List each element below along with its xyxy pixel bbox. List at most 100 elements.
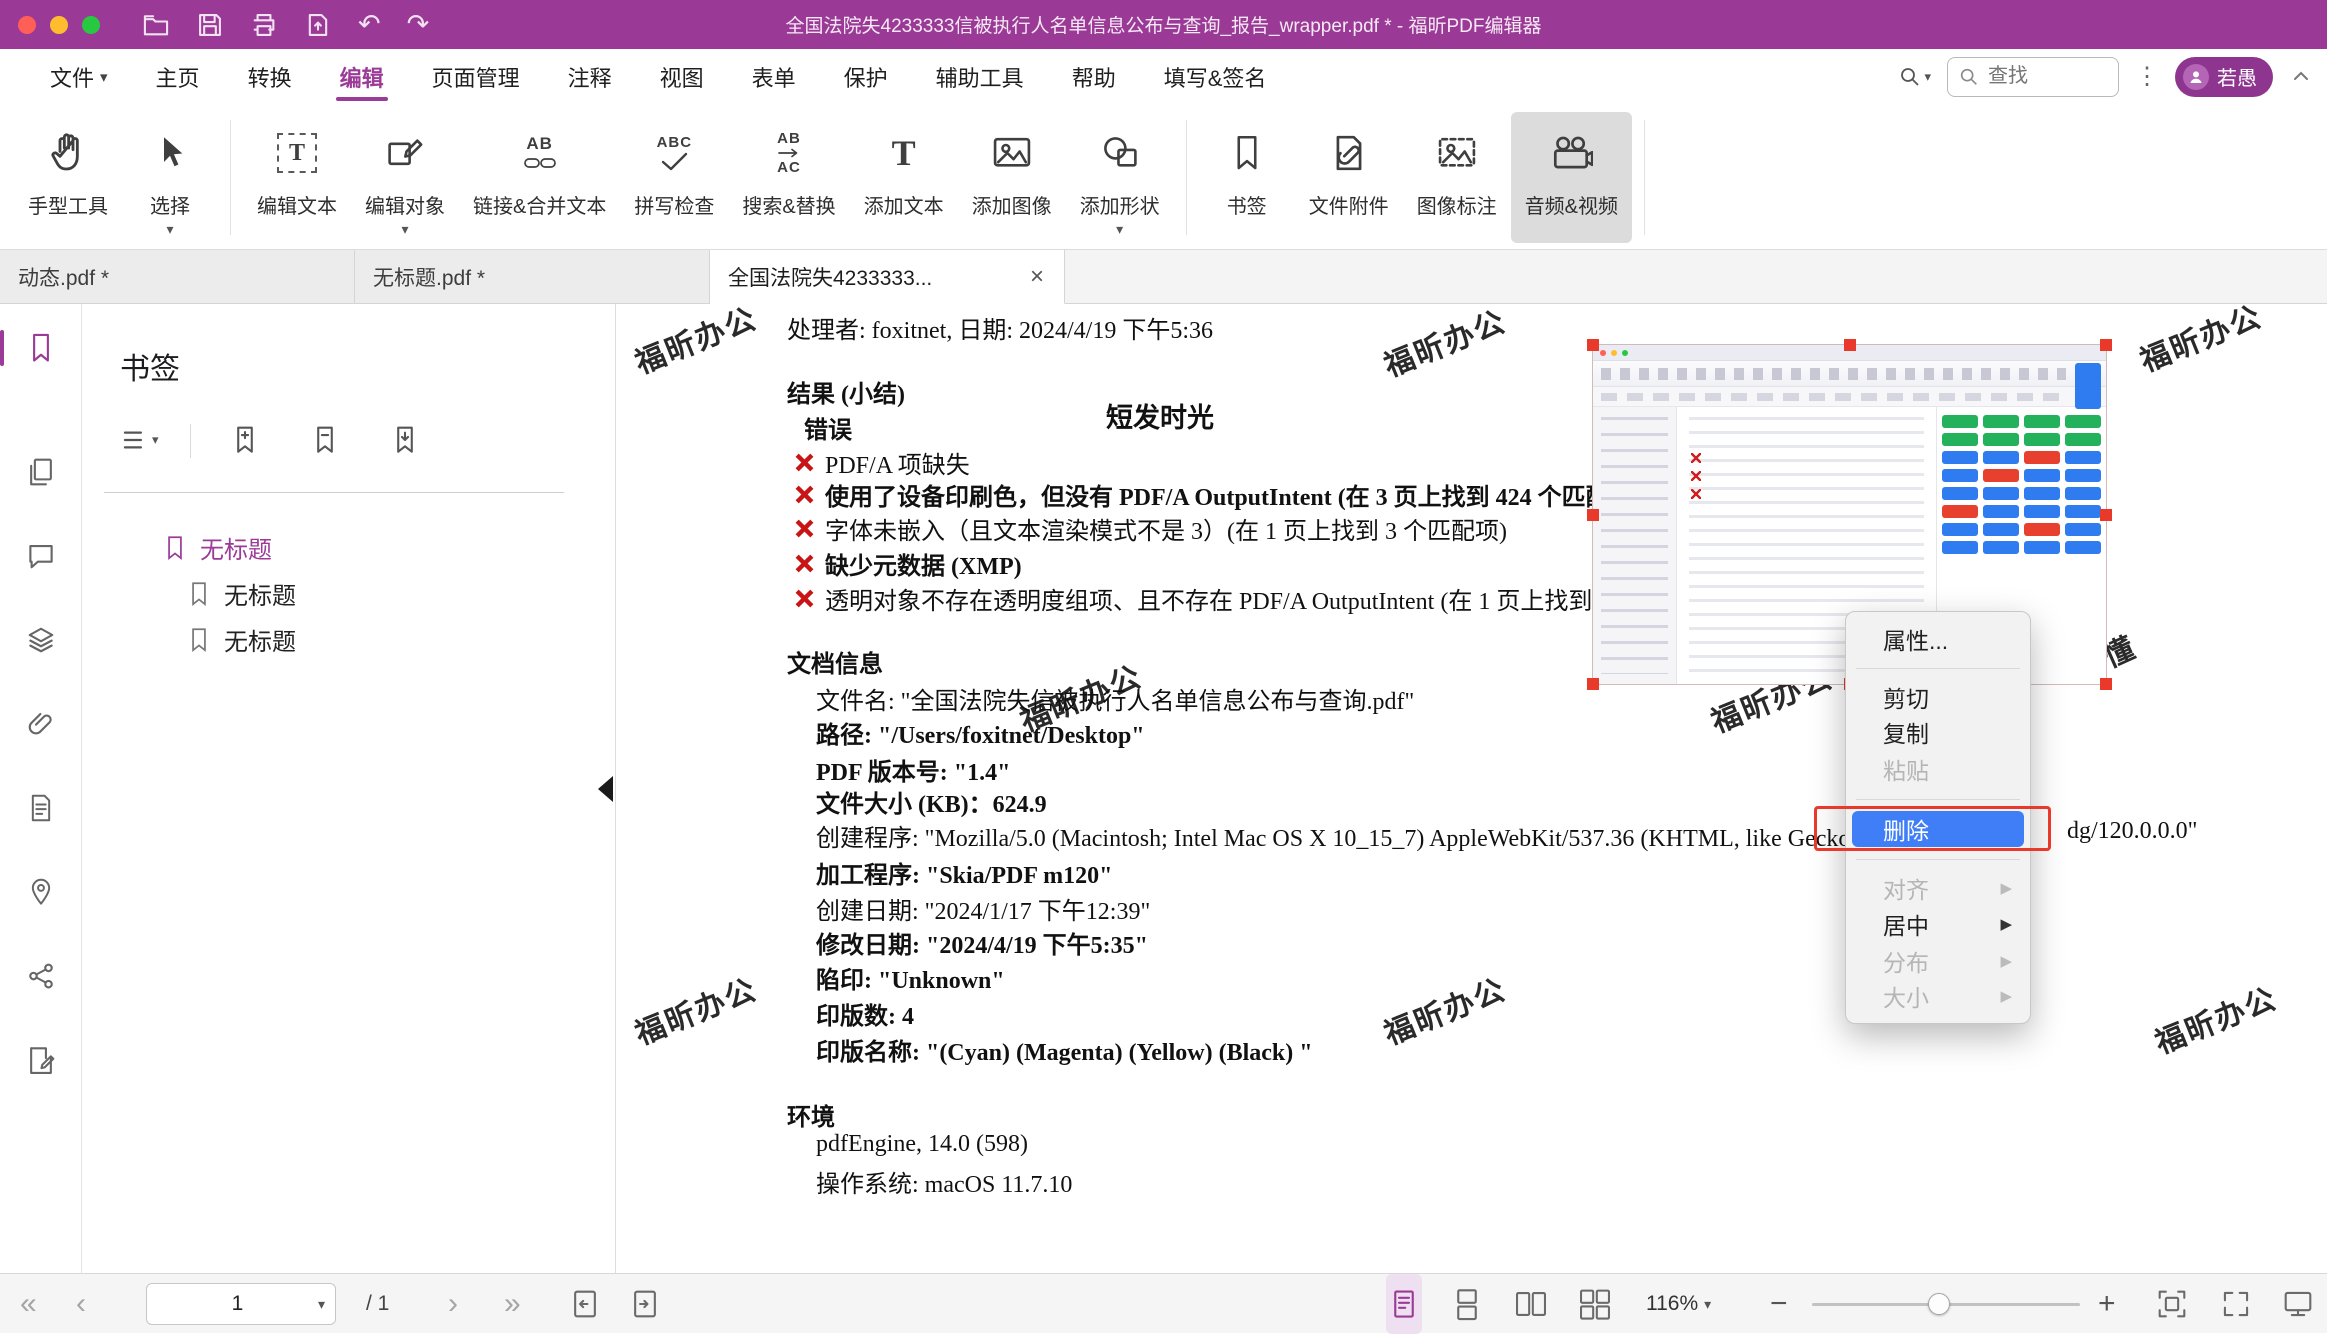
- bookmark-button[interactable]: 书签: [1199, 112, 1295, 243]
- selection-handle[interactable]: [2100, 678, 2112, 690]
- layers-panel-button[interactable]: [0, 614, 82, 666]
- bookmark-tree-item[interactable]: 无标题: [162, 530, 272, 565]
- share-panel-button[interactable]: [0, 950, 82, 1002]
- bookmark-tree-item[interactable]: 无标题: [186, 576, 296, 611]
- user-account-button[interactable]: 若愚: [2175, 57, 2273, 97]
- edit-text-icon: T: [277, 122, 317, 184]
- facing-view-button[interactable]: [1514, 1274, 1548, 1334]
- doc-tab-3-active[interactable]: 全国法院失4233333... ×: [710, 250, 1065, 304]
- doc-tab-2[interactable]: 无标题.pdf *: [355, 250, 710, 303]
- doc-tab-1[interactable]: 动态.pdf *: [0, 250, 355, 303]
- continuous-view-button[interactable]: [1452, 1274, 1482, 1334]
- add-text-button[interactable]: T 添加文本: [850, 112, 958, 243]
- find-search-box[interactable]: [1947, 57, 2119, 97]
- menu-comment[interactable]: 注释: [544, 49, 636, 104]
- link-join-text-button[interactable]: AB 链接&合并文本: [459, 112, 620, 243]
- previous-view-button[interactable]: [570, 1274, 600, 1334]
- context-menu-item-properties[interactable]: 属性...: [1852, 621, 2024, 657]
- redo-icon[interactable]: ↷: [407, 11, 430, 38]
- image-annotation-icon: [1435, 122, 1479, 184]
- result-heading: 结果 (小结): [787, 374, 905, 409]
- continuous-facing-view-button[interactable]: [1578, 1274, 1612, 1334]
- selection-handle[interactable]: [2100, 509, 2112, 521]
- menu-protect[interactable]: 保护: [820, 49, 912, 104]
- image-annotation-button[interactable]: 图像标注: [1403, 112, 1511, 243]
- menu-help[interactable]: 帮助: [1048, 49, 1140, 104]
- next-bookmark-icon[interactable]: [390, 424, 420, 456]
- hand-tool-button[interactable]: 手型工具: [14, 112, 122, 243]
- presentation-mode-button[interactable]: [2282, 1274, 2314, 1334]
- save-icon[interactable]: [196, 11, 224, 39]
- add-image-button[interactable]: 添加图像: [958, 112, 1066, 243]
- menu-form[interactable]: 表单: [728, 49, 820, 104]
- next-page-button[interactable]: ›: [448, 1289, 458, 1319]
- page-number-input[interactable]: [157, 1292, 318, 1316]
- context-menu-item-center[interactable]: 居中▶: [1852, 906, 2024, 942]
- navigation-panel-strip: [0, 304, 82, 1273]
- add-image-icon: [990, 122, 1034, 184]
- page-number-box[interactable]: ▾: [146, 1283, 336, 1325]
- first-page-button[interactable]: «: [20, 1289, 37, 1319]
- menu-fill-sign[interactable]: 填写&签名: [1140, 49, 1291, 104]
- search-replace-button[interactable]: AB AC 搜索&替换: [728, 112, 849, 243]
- previous-page-button[interactable]: ‹: [76, 1289, 86, 1319]
- destinations-panel-button[interactable]: [0, 866, 82, 918]
- menu-file[interactable]: 文件▾: [26, 49, 132, 104]
- print-icon[interactable]: [250, 11, 278, 39]
- next-view-button[interactable]: [630, 1274, 660, 1334]
- add-shape-button[interactable]: 添加形状 ▾: [1066, 112, 1174, 243]
- last-page-button[interactable]: »: [504, 1289, 521, 1319]
- context-menu-item-copy[interactable]: 复制: [1852, 714, 2024, 750]
- menu-accessibility[interactable]: 辅助工具: [912, 49, 1048, 104]
- expand-bookmark-icon[interactable]: [230, 424, 260, 456]
- undo-icon[interactable]: ↶: [358, 11, 381, 38]
- watermark: 福昕办公: [627, 965, 762, 1054]
- zoom-out-button[interactable]: −: [1770, 1289, 1788, 1319]
- single-page-view-button[interactable]: [1386, 1274, 1422, 1334]
- search-mode-dropdown[interactable]: ▾: [1898, 65, 1931, 89]
- audio-video-button[interactable]: 音频&视频: [1511, 112, 1632, 243]
- menu-home[interactable]: 主页: [132, 49, 224, 104]
- export-icon[interactable]: [304, 11, 332, 39]
- find-input[interactable]: [1988, 65, 2098, 88]
- close-window-button[interactable]: [18, 16, 36, 34]
- minimize-window-button[interactable]: [50, 16, 68, 34]
- menu-convert[interactable]: 转换: [224, 49, 316, 104]
- selection-handle[interactable]: [1587, 678, 1599, 690]
- document-properties-panel-button[interactable]: [0, 782, 82, 834]
- bookmarks-panel-button[interactable]: [0, 322, 82, 374]
- context-menu-item-cut[interactable]: 剪切: [1852, 679, 2024, 715]
- menu-view[interactable]: 视图: [636, 49, 728, 104]
- zoom-window-button[interactable]: [82, 16, 100, 34]
- attachments-panel-button[interactable]: [0, 698, 82, 750]
- menu-edit[interactable]: 编辑: [316, 49, 408, 104]
- previous-bookmark-icon[interactable]: [310, 424, 340, 456]
- edit-object-button[interactable]: 编辑对象 ▾: [351, 112, 459, 243]
- zoom-level-dropdown[interactable]: 116% ▾: [1646, 1274, 1711, 1334]
- fit-page-button[interactable]: [2156, 1274, 2188, 1334]
- selection-handle[interactable]: [1587, 339, 1599, 351]
- bookmark-options-menu-button[interactable]: ▾: [120, 424, 159, 456]
- zoom-in-button[interactable]: +: [2098, 1289, 2116, 1319]
- collapse-ribbon-icon[interactable]: [2289, 65, 2313, 89]
- pages-panel-button[interactable]: [0, 446, 82, 498]
- document-page[interactable]: 福昕办公 福昕办公 福昕办公 福昕办公 福昕办公 福昕办公 福昕办公 福昕办公 …: [616, 304, 2327, 1273]
- zoom-slider-thumb[interactable]: [1928, 1293, 1950, 1315]
- selection-handle[interactable]: [1844, 339, 1856, 351]
- menu-separator: [1856, 859, 2020, 860]
- selection-handle[interactable]: [1587, 509, 1599, 521]
- spell-check-button[interactable]: ABC 拼写检查: [620, 112, 728, 243]
- close-tab-icon[interactable]: ×: [1028, 265, 1046, 289]
- file-attachment-button[interactable]: 文件附件: [1295, 112, 1403, 243]
- bookmark-tree-item[interactable]: 无标题: [186, 622, 296, 657]
- collapse-panel-handle[interactable]: [598, 776, 613, 802]
- open-file-icon[interactable]: [142, 11, 170, 39]
- selection-handle[interactable]: [2100, 339, 2112, 351]
- more-options-icon[interactable]: ⋮: [2135, 62, 2159, 91]
- sign-panel-button[interactable]: [0, 1034, 82, 1086]
- edit-text-button[interactable]: T 编辑文本: [243, 112, 351, 243]
- comments-panel-button[interactable]: [0, 530, 82, 582]
- fullscreen-button[interactable]: [2220, 1274, 2252, 1334]
- menu-page-management[interactable]: 页面管理: [408, 49, 544, 104]
- select-tool-button[interactable]: 选择 ▾: [122, 112, 218, 243]
